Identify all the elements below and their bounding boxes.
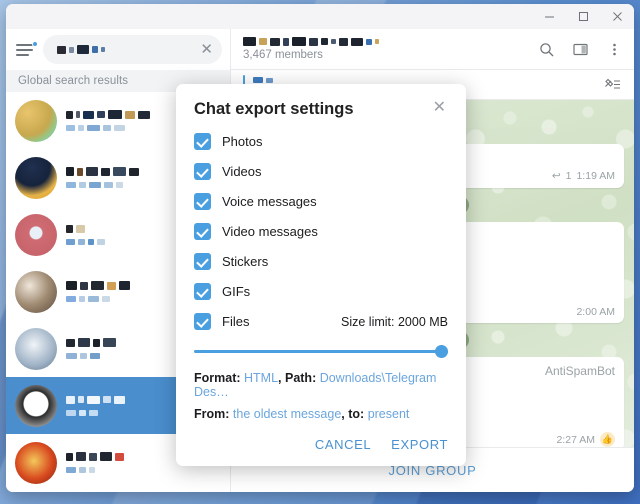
message-time: 2:00 AM xyxy=(576,305,615,318)
checkbox-label: Videos xyxy=(222,164,262,179)
format-path-line: Format: HTML, Path: Downloads\Telegram D… xyxy=(194,371,448,399)
message-time: 1:19 AM xyxy=(576,170,615,183)
checkbox-video-messages[interactable] xyxy=(194,223,211,240)
size-limit-slider[interactable] xyxy=(194,343,448,359)
checkbox-row-gifs[interactable]: GIFs xyxy=(194,283,448,300)
checkbox-row-video-messages[interactable]: Video messages xyxy=(194,223,448,240)
checkbox-label: Video messages xyxy=(222,224,318,239)
cancel-button[interactable]: CANCEL xyxy=(315,437,371,452)
slider-track xyxy=(194,350,448,353)
checkbox-files[interactable] xyxy=(194,313,211,330)
avatar xyxy=(15,270,57,313)
close-icon[interactable]: ✕ xyxy=(431,100,448,116)
search-input[interactable]: ✕ xyxy=(43,35,222,64)
from-label: From: xyxy=(194,407,233,421)
path-label: , Path: xyxy=(278,371,320,385)
checkbox-videos[interactable] xyxy=(194,163,211,180)
dialog-actions: CANCEL EXPORT xyxy=(194,429,448,456)
avatar xyxy=(15,99,57,142)
checkbox-label: Photos xyxy=(222,134,263,149)
search-icon[interactable] xyxy=(532,35,560,63)
checkbox-voice-messages[interactable] xyxy=(194,193,211,210)
dialog-header: Chat export settings ✕ xyxy=(194,100,448,119)
app-body: ✕ Global search results 3,467 members ↩ … xyxy=(6,29,634,492)
checkbox-row-photos[interactable]: Photos xyxy=(194,133,448,150)
size-limit-label: Size limit: 2000 MB xyxy=(341,314,448,329)
chat-title-redacted xyxy=(243,37,526,46)
format-label: Format: xyxy=(194,371,244,385)
search-clear-icon[interactable]: ✕ xyxy=(197,42,216,57)
avatar xyxy=(15,327,57,370)
more-menu-icon[interactable] xyxy=(600,35,628,63)
checkbox-row-stickers[interactable]: Stickers xyxy=(194,253,448,270)
page-title: Chat export settings xyxy=(194,100,354,118)
chat-header: 3,467 members xyxy=(231,29,634,70)
maximize-button[interactable] xyxy=(566,4,600,29)
export-button[interactable]: EXPORT xyxy=(391,437,448,452)
checkbox-row-videos[interactable]: Videos xyxy=(194,163,448,180)
hamburger-menu-icon[interactable] xyxy=(16,40,38,58)
minimize-button[interactable] xyxy=(532,4,566,29)
list-item[interactable] xyxy=(6,491,230,492)
telegram-desktop-window: ✕ Global search results 3,467 members ↩ … xyxy=(6,4,634,492)
to-label: , to: xyxy=(341,407,368,421)
avatar xyxy=(15,441,57,484)
checkbox-label: Voice messages xyxy=(222,194,317,209)
checkbox-row-files[interactable]: Files Size limit: 2000 MB xyxy=(194,313,448,330)
from-value-link[interactable]: the oldest message xyxy=(233,407,341,421)
chat-header-info[interactable]: 3,467 members xyxy=(243,37,526,61)
slider-thumb[interactable] xyxy=(435,345,448,358)
from-to-line: From: the oldest message, to: present xyxy=(194,407,448,421)
search-value-redacted xyxy=(57,45,193,54)
chat-export-settings-dialog: Chat export settings ✕ Photos Videos Voi… xyxy=(176,84,466,466)
format-value-link[interactable]: HTML xyxy=(244,371,278,385)
message-time: 2:27 AM xyxy=(556,433,595,446)
checkbox-label: Stickers xyxy=(222,254,269,269)
member-count: 3,467 members xyxy=(243,49,323,61)
reply-count: 1 xyxy=(565,170,572,183)
sidebar-search-row: ✕ xyxy=(6,29,230,70)
reply-arrow-icon: ↩ xyxy=(551,170,561,183)
to-value-link[interactable]: present xyxy=(368,407,410,421)
close-button[interactable] xyxy=(600,4,634,29)
checkbox-gifs[interactable] xyxy=(194,283,211,300)
window-title-bar xyxy=(6,4,634,29)
avatar xyxy=(15,384,57,427)
reaction-badge[interactable]: 👍 xyxy=(600,432,615,447)
split-panel-icon[interactable] xyxy=(566,35,594,63)
avatar xyxy=(15,213,57,256)
checkbox-row-voice-messages[interactable]: Voice messages xyxy=(194,193,448,210)
avatar xyxy=(15,156,57,199)
checkbox-label: GIFs xyxy=(222,284,251,299)
checkbox-stickers[interactable] xyxy=(194,253,211,270)
pinned-messages-icon[interactable] xyxy=(598,71,626,99)
checkbox-label: Files xyxy=(222,314,250,329)
checkbox-photos[interactable] xyxy=(194,133,211,150)
